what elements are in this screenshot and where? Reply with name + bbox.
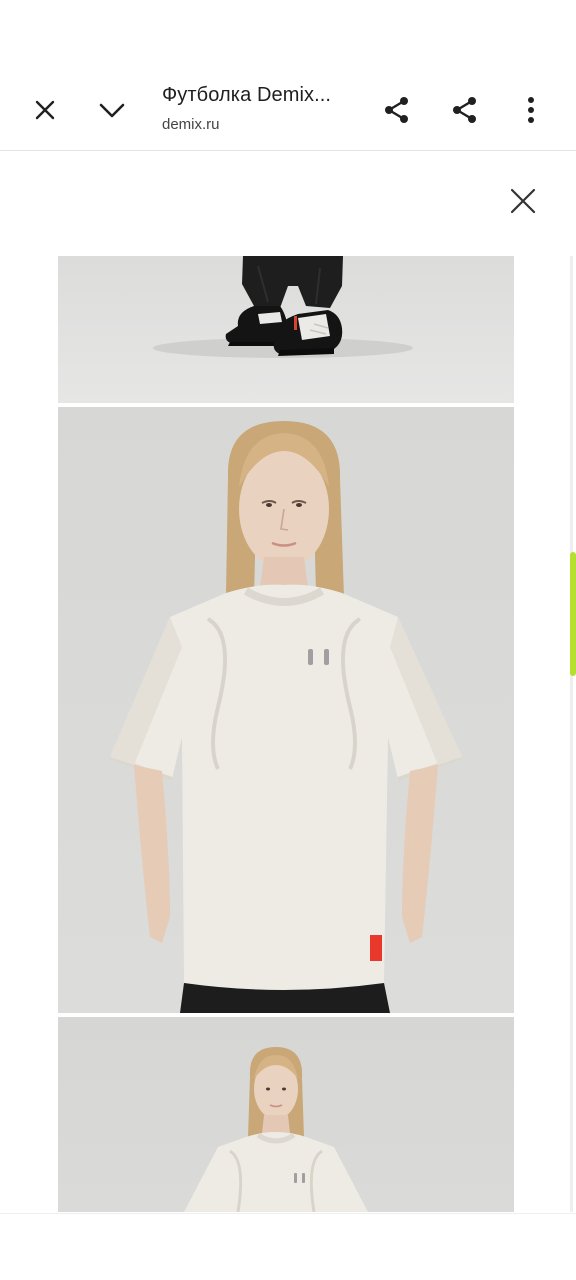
chevron-down-icon [99, 103, 125, 118]
share-page-button[interactable] [441, 86, 489, 134]
share-icon [385, 97, 408, 123]
collapse-button[interactable] [88, 86, 136, 134]
bottom-bar [0, 1213, 576, 1280]
image-gallery[interactable] [58, 256, 514, 1212]
more-options-button[interactable] [507, 86, 555, 134]
page-title: Футболка Demix... [162, 84, 332, 106]
share-button[interactable] [373, 86, 421, 134]
top-toolbar: Футболка Demix... demix.ru [0, 64, 576, 151]
page-domain: demix.ru [162, 116, 220, 133]
share-icon [453, 97, 476, 123]
scrollbar-track[interactable] [570, 256, 573, 1212]
scrollbar-thumb[interactable] [570, 552, 576, 676]
viewer-close-button[interactable] [500, 178, 546, 224]
product-image-legs[interactable] [58, 256, 514, 403]
page: Футболка Demix... demix.ru [0, 0, 576, 1280]
more-vert-icon [528, 97, 534, 123]
product-image-model[interactable] [58, 407, 514, 1013]
close-button[interactable] [21, 86, 69, 134]
product-image-model-2[interactable] [58, 1017, 514, 1212]
close-icon [35, 100, 55, 120]
close-icon [510, 188, 536, 214]
